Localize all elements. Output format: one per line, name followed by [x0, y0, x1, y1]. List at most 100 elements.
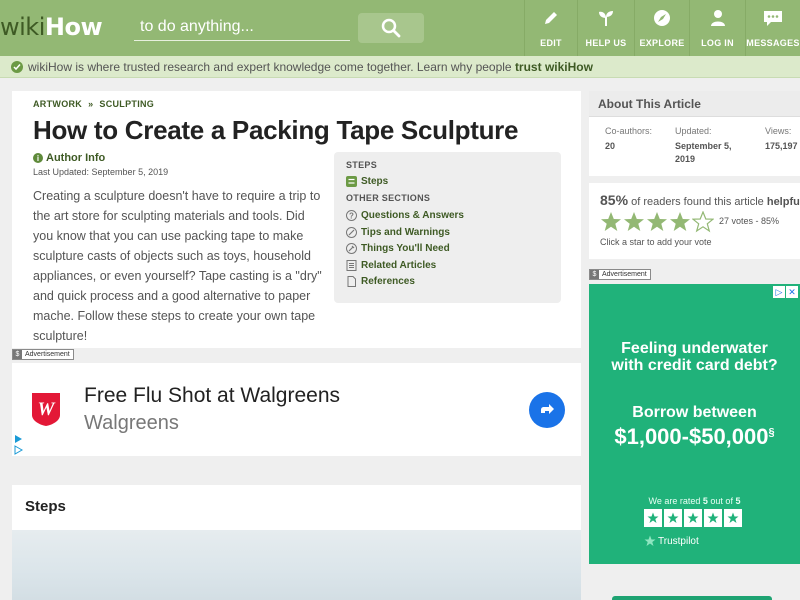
checkmark-icon	[11, 61, 23, 73]
user-icon	[709, 8, 727, 28]
ad-headline[interactable]: Free Flu Shot at Walgreens	[84, 384, 340, 408]
star-icon	[684, 509, 702, 527]
compass-icon	[653, 8, 671, 28]
ad-line-1: Feeling underwater	[621, 340, 768, 357]
toc-item-steps[interactable]: Steps	[346, 176, 388, 187]
rating-star-icon[interactable]	[623, 211, 645, 233]
search-icon	[381, 18, 401, 38]
toc-item-related[interactable]: Related Articles	[346, 260, 436, 271]
views-label: Views:	[765, 126, 792, 136]
coauthors-value[interactable]: 20	[605, 140, 652, 153]
about-heading: About This Article	[589, 91, 800, 117]
star-icon	[644, 535, 656, 546]
ad-line-2: with credit card debt?	[611, 357, 778, 374]
ad-open-button[interactable]	[529, 392, 565, 428]
nav-log-in[interactable]: LOG IN	[690, 0, 745, 56]
toc-item-questions[interactable]: ? Questions & Answers	[346, 210, 464, 221]
rating-star-icon[interactable]	[600, 211, 622, 233]
search-input[interactable]	[134, 13, 350, 41]
loan-ad[interactable]: ▷ ✕ Feeling underwater with credit card d…	[589, 284, 800, 564]
dollar-icon: $	[13, 350, 22, 359]
tips-icon	[346, 227, 357, 238]
star-rating[interactable]	[600, 211, 715, 233]
nav-explore-label: EXPLORE	[639, 38, 685, 48]
star-icon	[644, 509, 662, 527]
toc-steps-heading: STEPS	[346, 160, 378, 170]
logo-wiki: wiki	[0, 13, 45, 41]
rating-star-icon[interactable]	[692, 211, 714, 233]
breadcrumb-separator: »	[88, 99, 94, 109]
helpful-bold: helpful.	[766, 196, 800, 208]
search-button[interactable]	[358, 13, 424, 43]
list-icon	[346, 176, 357, 187]
ad-line-3: Borrow between	[632, 404, 757, 421]
helpful-percent: 85%	[600, 192, 629, 208]
svg-text:?: ?	[349, 212, 354, 221]
chat-icon	[763, 8, 783, 28]
trustpilot-logo: Trustpilot	[644, 535, 699, 547]
toc-item-label: Things You'll Need	[361, 243, 450, 254]
coauthors-stat: Co-authors: 20	[605, 125, 652, 153]
nav-edit[interactable]: EDIT	[525, 0, 577, 56]
walgreens-ad[interactable]: W Free Flu Shot at Walgreens Walgreens	[12, 363, 581, 456]
ad-cta-button[interactable]	[612, 596, 772, 600]
toc-item-things-needed[interactable]: Things You'll Need	[346, 243, 450, 254]
updated-value: September 5, 2019	[675, 141, 732, 164]
close-icon[interactable]: ✕	[786, 286, 798, 298]
logo-how: How	[44, 13, 103, 41]
views-stat: Views: 175,197	[765, 125, 798, 153]
star-icon	[704, 509, 722, 527]
updated-stat: Updated: September 5, 2019	[675, 125, 745, 166]
helpful-summary: 85% of readers found this article helpfu…	[600, 192, 800, 208]
updated-label: Updated:	[675, 126, 712, 136]
table-of-contents: STEPS Steps OTHER SECTIONS ? Questions & …	[334, 152, 561, 303]
breadcrumb-item-artwork[interactable]: ARTWORK	[33, 99, 82, 109]
adchoices-icon[interactable]	[13, 433, 25, 455]
toc-item-tips[interactable]: Tips and Warnings	[346, 227, 450, 238]
helpful-text: of readers found this article	[631, 196, 764, 208]
nav-messages-label: MESSAGES	[746, 38, 800, 48]
sprout-icon	[597, 8, 615, 28]
trustpilot-stars	[644, 509, 744, 527]
adchoices-icon[interactable]: ▷	[773, 286, 785, 298]
ad-amount: $1,000-$50,000§	[614, 424, 775, 449]
article-icon	[346, 260, 357, 271]
trust-bar: wikiHow is where trusted research and ex…	[0, 56, 800, 78]
rating-star-icon[interactable]	[669, 211, 691, 233]
trustpilot-rated: We are rated 5 out of 5	[648, 496, 741, 506]
question-icon: ?	[346, 210, 357, 221]
advertisement-label: $ Advertisement	[12, 349, 74, 360]
author-info-label: Author Info	[46, 152, 106, 164]
ad-controls: ▷ ✕	[772, 286, 798, 298]
trust-link[interactable]: trust wikiHow	[515, 60, 593, 74]
nav-help-us[interactable]: HELP US	[578, 0, 634, 56]
star-icon	[724, 509, 742, 527]
svg-text:W: W	[38, 399, 56, 420]
advertisement-label: $ Advertisement	[589, 269, 651, 280]
about-article-panel: About This Article Co-authors: 20 Update…	[589, 91, 800, 176]
views-value: 175,197	[765, 141, 798, 151]
nav-edit-label: EDIT	[540, 38, 562, 48]
rating-star-icon[interactable]	[646, 211, 668, 233]
step-image	[12, 530, 581, 600]
arrow-right-icon	[541, 404, 554, 414]
last-updated: Last Updated: September 5, 2019	[33, 167, 169, 177]
article-intro: Creating a sculpture doesn't have to req…	[33, 189, 322, 343]
toc-item-label: Steps	[361, 176, 389, 187]
ad-brand: Walgreens	[84, 412, 179, 434]
breadcrumb-item-sculpting[interactable]: SCULPTING	[99, 99, 154, 109]
nav-messages[interactable]: MESSAGES	[746, 0, 800, 56]
steps-heading: Steps	[25, 498, 66, 515]
toc-item-references[interactable]: References	[346, 276, 415, 287]
dollar-icon: $	[590, 270, 599, 279]
author-info[interactable]: i Author Info	[33, 152, 105, 164]
top-header: wikiHow EDIT HELP US EXPLORE LOG IN MESS…	[0, 0, 800, 56]
star-icon	[664, 509, 682, 527]
nav-explore[interactable]: EXPLORE	[635, 0, 689, 56]
toc-item-label: Questions & Answers	[361, 210, 464, 221]
info-icon: i	[33, 153, 43, 163]
vote-count: 27 votes - 85%	[719, 216, 780, 226]
wikihow-logo[interactable]: wikiHow	[0, 13, 103, 41]
walgreens-logo: W	[32, 393, 60, 426]
article-card: ARTWORK » SCULPTING How to Create a Packin…	[12, 91, 581, 348]
